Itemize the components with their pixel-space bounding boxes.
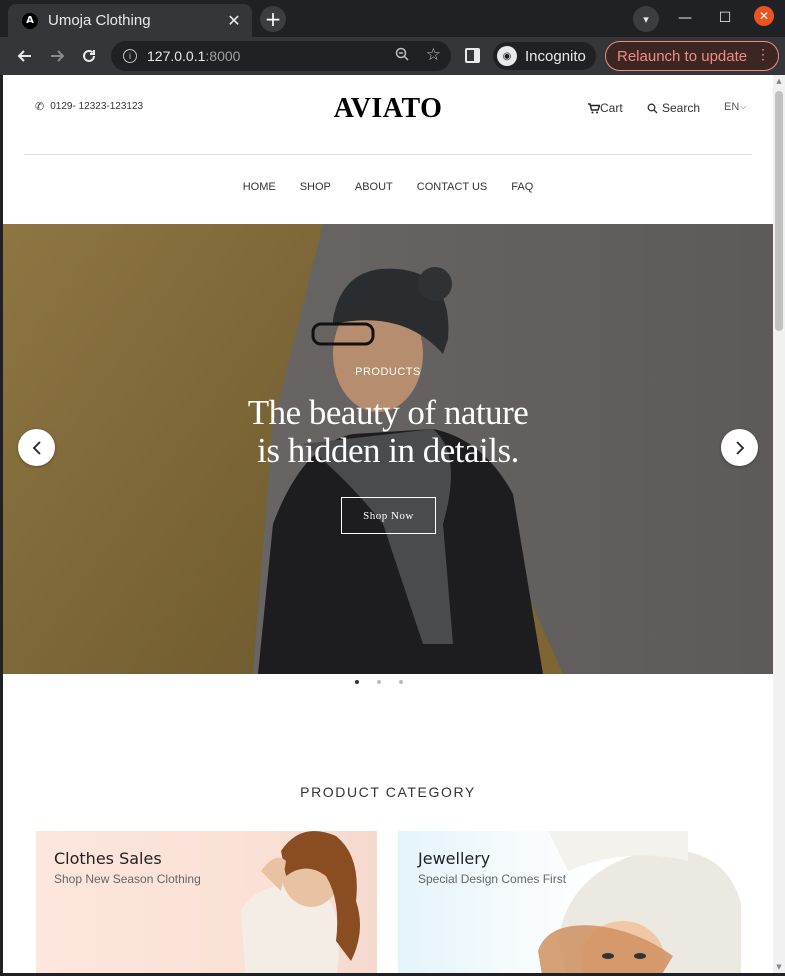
search-icon [647, 103, 658, 113]
chevron-right-icon[interactable] [721, 429, 758, 466]
browser-tab[interactable]: A Umoja Clothing ✕ [8, 4, 252, 37]
language-label: EN [724, 101, 740, 113]
address-bar[interactable]: i 127.0.0.1:8000 ☆ [111, 41, 451, 71]
hero-eyebrow: PRODUCTS [355, 366, 421, 378]
scroll-down-icon[interactable]: ▼ [775, 963, 783, 971]
hero-slider: PRODUCTS The beauty of nature is hidden … [3, 224, 773, 674]
slider-dot[interactable] [355, 680, 359, 684]
cart-label: Cart [600, 101, 623, 115]
menu-item-faq[interactable]: FAQ [511, 181, 533, 193]
language-selector[interactable]: EN ⌵ [724, 101, 746, 113]
chevron-down-icon: ⌵ [740, 102, 747, 111]
browser-tab-bar: A Umoja Clothing ✕ + ▾ — ☐ ✕ [0, 0, 785, 37]
zoom-out-icon[interactable] [395, 47, 409, 64]
cart-icon [588, 102, 600, 113]
header-divider [24, 154, 752, 155]
side-panel-icon[interactable] [465, 48, 480, 63]
cart-link[interactable]: Cart [588, 101, 623, 115]
main-menu: HOME SHOP ABOUT CONTACT US FAQ [3, 181, 773, 193]
minimize-window-icon[interactable]: — [674, 7, 696, 29]
slider-dot[interactable] [399, 680, 403, 684]
maximize-window-icon[interactable]: ☐ [714, 7, 736, 29]
scroll-up-icon[interactable]: ▲ [775, 77, 783, 85]
search-link[interactable]: Search [647, 101, 700, 115]
menu-item-home[interactable]: HOME [243, 181, 276, 193]
slider-dot[interactable] [377, 680, 381, 684]
new-tab-button[interactable]: + [260, 6, 286, 32]
category-subtitle: Special Design Comes First [418, 872, 567, 886]
incognito-indicator[interactable]: ◉ Incognito [493, 42, 596, 70]
category-card-jewellery[interactable]: Jewellery Special Design Comes First [398, 831, 741, 973]
shop-now-button[interactable]: Shop Now [341, 497, 436, 534]
forward-arrow-icon[interactable] [45, 44, 69, 68]
back-arrow-icon[interactable] [13, 44, 37, 68]
menu-item-shop[interactable]: SHOP [300, 181, 331, 193]
close-window-icon[interactable]: ✕ [754, 6, 774, 26]
category-card-clothes[interactable]: Clothes Sales Shop New Season Clothing [36, 831, 377, 973]
hero-title-line-2: is hidden in details. [257, 431, 519, 470]
relaunch-to-update-button[interactable]: Relaunch to update ⋮ [605, 41, 779, 71]
reload-icon[interactable] [77, 44, 101, 68]
incognito-icon: ◉ [497, 46, 517, 66]
slider-dots [355, 680, 403, 684]
chevron-left-icon[interactable] [18, 429, 55, 466]
scroll-thumb[interactable] [775, 91, 783, 331]
tab-title: Umoja Clothing [48, 12, 151, 29]
page-viewport: ✆ 0129- 12323-123123 AVIATO Cart Search … [3, 75, 773, 973]
favicon-icon: A [22, 12, 38, 29]
category-title: Jewellery [418, 849, 491, 868]
category-title: Clothes Sales [54, 849, 162, 868]
menu-item-contact-us[interactable]: CONTACT US [417, 181, 488, 193]
incognito-label: Incognito [525, 47, 586, 65]
browser-toolbar: i 127.0.0.1:8000 ☆ ◉ Incognito Relaunch … [0, 37, 785, 75]
info-icon[interactable]: i [123, 49, 137, 63]
relaunch-label: Relaunch to update [617, 47, 748, 65]
close-tab-icon[interactable]: ✕ [222, 9, 246, 33]
url-host: 127.0.0.1 [147, 48, 206, 64]
hero-title: The beauty of nature is hidden in detail… [3, 394, 773, 470]
tab-search-button[interactable]: ▾ [633, 6, 659, 32]
kebab-menu-icon[interactable]: ⋮ [756, 46, 770, 63]
menu-item-about[interactable]: ABOUT [355, 181, 393, 193]
category-subtitle: Shop New Season Clothing [54, 872, 201, 886]
hero-title-line-1: The beauty of nature [247, 393, 529, 432]
star-icon[interactable]: ☆ [426, 45, 441, 65]
url-port: :8000 [205, 48, 241, 64]
search-label: Search [662, 101, 701, 115]
page-scrollbar[interactable]: ▲ ▼ [773, 75, 785, 973]
section-title: PRODUCT CATEGORY [300, 784, 476, 800]
